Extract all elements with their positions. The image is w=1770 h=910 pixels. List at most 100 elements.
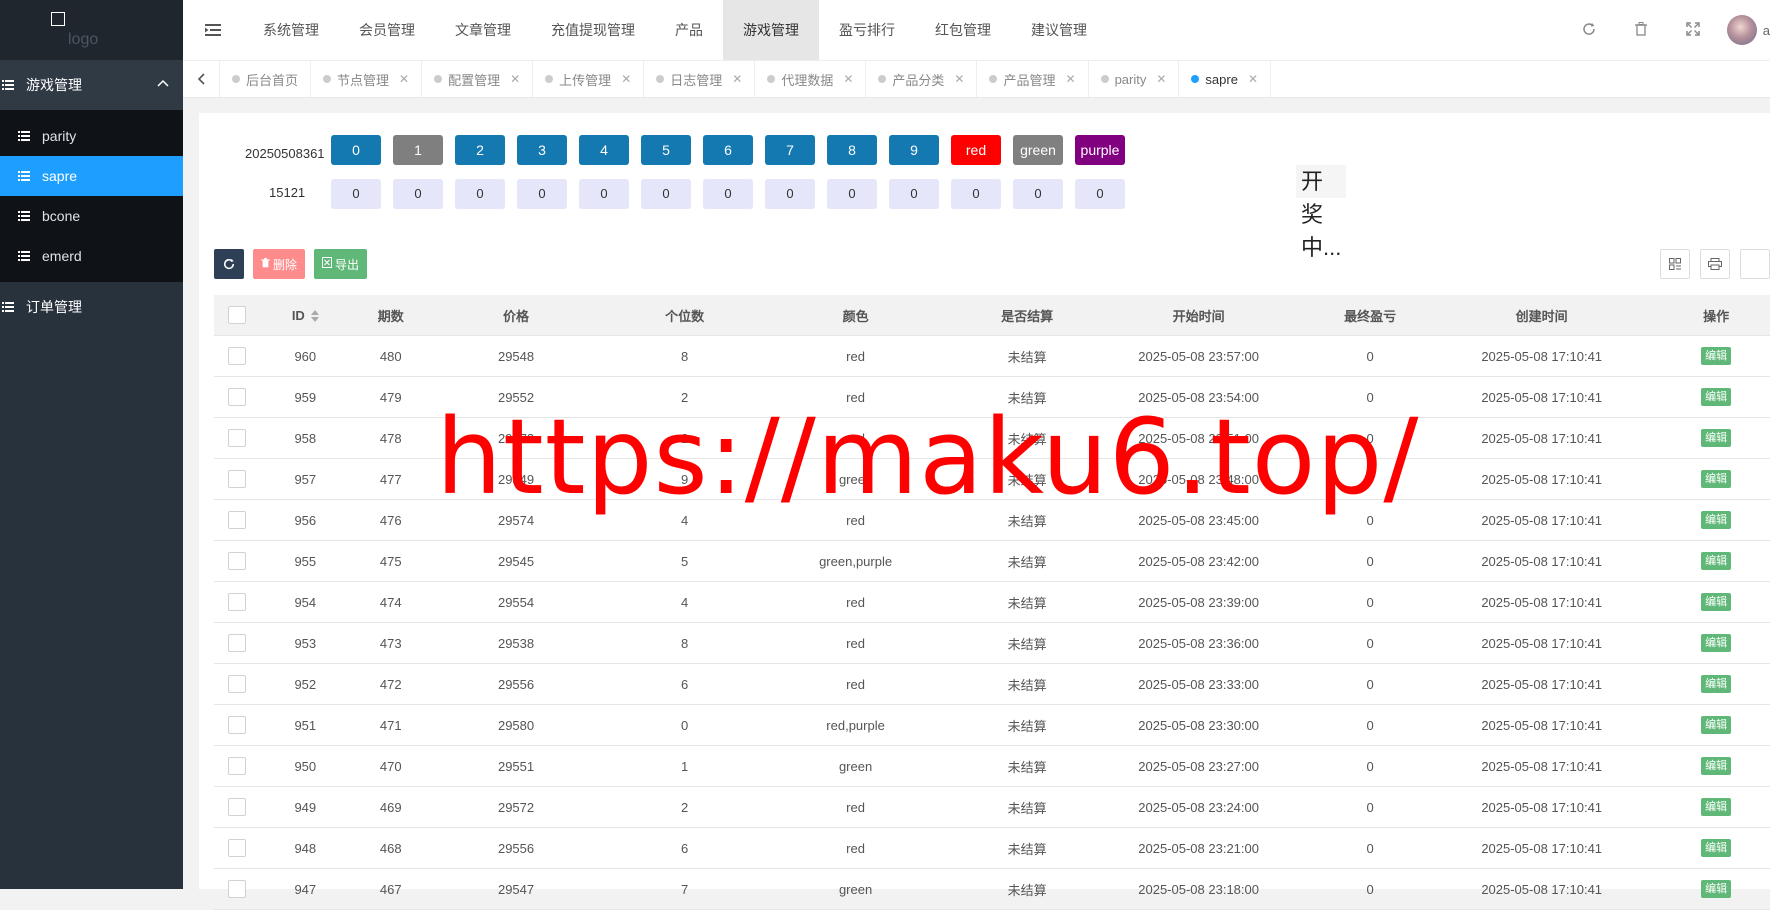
- row-checkbox[interactable]: [228, 839, 247, 857]
- bet-option-button[interactable]: 8: [827, 135, 877, 165]
- row-checkbox[interactable]: [228, 511, 247, 529]
- menu-toggle-icon[interactable]: [183, 0, 243, 60]
- row-checkbox[interactable]: [228, 552, 247, 570]
- export-button[interactable]: 导出: [314, 249, 368, 279]
- bet-option-button[interactable]: purple: [1075, 135, 1125, 165]
- tab-上传管理[interactable]: 上传管理 ✕: [533, 61, 645, 97]
- row-checkbox[interactable]: [228, 716, 247, 734]
- row-select[interactable]: [214, 540, 261, 582]
- sidebar-item-emerd[interactable]: emerd: [0, 236, 183, 276]
- close-icon[interactable]: ✕: [732, 72, 742, 86]
- edit-button[interactable]: 编辑: [1701, 511, 1732, 529]
- refresh-icon[interactable]: [1563, 22, 1615, 39]
- row-checkbox[interactable]: [228, 757, 247, 775]
- edit-button[interactable]: 编辑: [1701, 798, 1732, 816]
- row-checkbox[interactable]: [228, 634, 247, 652]
- row-checkbox[interactable]: [228, 593, 247, 611]
- close-icon[interactable]: ✕: [843, 72, 853, 86]
- export-tool-icon[interactable]: [1740, 249, 1770, 279]
- columns-icon[interactable]: [1660, 249, 1690, 279]
- row-checkbox[interactable]: [228, 798, 247, 816]
- edit-button[interactable]: 编辑: [1701, 634, 1732, 652]
- edit-button[interactable]: 编辑: [1701, 593, 1732, 611]
- tab-产品分类[interactable]: 产品分类 ✕: [866, 61, 978, 97]
- avatar[interactable]: [1726, 15, 1757, 45]
- print-icon[interactable]: [1700, 249, 1730, 279]
- row-select[interactable]: [214, 417, 261, 459]
- row-select[interactable]: [214, 499, 261, 541]
- row-select[interactable]: [214, 663, 261, 705]
- tab-后台首页[interactable]: 后台首页: [220, 61, 312, 97]
- top-menu-item[interactable]: 充值提现管理: [531, 0, 655, 60]
- bet-option-button[interactable]: green: [1013, 135, 1063, 165]
- row-checkbox[interactable]: [228, 470, 247, 488]
- edit-button[interactable]: 编辑: [1701, 880, 1732, 898]
- fullscreen-icon[interactable]: [1667, 21, 1719, 39]
- row-checkbox[interactable]: [228, 675, 247, 693]
- bet-option-button[interactable]: 4: [579, 135, 629, 165]
- top-menu-item[interactable]: 系统管理: [243, 0, 339, 60]
- row-checkbox[interactable]: [228, 347, 247, 365]
- row-checkbox[interactable]: [228, 388, 247, 406]
- row-select[interactable]: [214, 458, 261, 500]
- bet-option-button[interactable]: 5: [641, 135, 691, 165]
- row-checkbox[interactable]: [228, 429, 247, 447]
- top-menu-item[interactable]: 产品: [655, 0, 723, 60]
- tab-代理数据[interactable]: 代理数据 ✕: [755, 61, 867, 97]
- tab-产品管理[interactable]: 产品管理 ✕: [977, 61, 1089, 97]
- tab-节点管理[interactable]: 节点管理 ✕: [311, 61, 423, 97]
- row-select[interactable]: [214, 581, 261, 623]
- refresh-button[interactable]: [214, 249, 244, 279]
- bet-option-button[interactable]: 3: [517, 135, 567, 165]
- row-select[interactable]: [214, 376, 261, 418]
- edit-button[interactable]: 编辑: [1701, 675, 1732, 693]
- select-all-checkbox[interactable]: [228, 306, 247, 324]
- top-menu-item[interactable]: 建议管理: [1011, 0, 1107, 60]
- logo[interactable]: logo: [0, 0, 183, 60]
- close-icon[interactable]: ✕: [954, 72, 964, 86]
- close-icon[interactable]: ✕: [1156, 72, 1166, 86]
- edit-button[interactable]: 编辑: [1701, 716, 1732, 734]
- nav-group-order-management[interactable]: 订单管理: [0, 282, 183, 332]
- top-menu-item[interactable]: 游戏管理: [723, 0, 819, 60]
- close-icon[interactable]: ✕: [510, 72, 520, 86]
- tab-日志管理[interactable]: 日志管理 ✕: [644, 61, 756, 97]
- row-checkbox[interactable]: [228, 880, 247, 898]
- close-icon[interactable]: ✕: [399, 72, 409, 86]
- edit-button[interactable]: 编辑: [1701, 470, 1732, 488]
- row-select[interactable]: [214, 704, 261, 746]
- sidebar-item-bcone[interactable]: bcone: [0, 196, 183, 236]
- row-select[interactable]: [214, 786, 261, 828]
- bet-option-button[interactable]: 0: [331, 135, 381, 165]
- row-select[interactable]: [214, 335, 261, 377]
- nav-group-game-management[interactable]: 游戏管理: [0, 60, 183, 110]
- close-icon[interactable]: ✕: [1066, 72, 1076, 86]
- trash-icon[interactable]: [1615, 21, 1667, 39]
- tab-配置管理[interactable]: 配置管理 ✕: [422, 61, 534, 97]
- bet-option-button[interactable]: 9: [889, 135, 939, 165]
- column-header[interactable]: ID: [260, 295, 350, 336]
- top-menu-item[interactable]: 红包管理: [915, 0, 1011, 60]
- top-menu-item[interactable]: 会员管理: [339, 0, 435, 60]
- edit-button[interactable]: 编辑: [1701, 388, 1732, 406]
- edit-button[interactable]: 编辑: [1701, 347, 1732, 365]
- delete-button[interactable]: 删除: [253, 249, 306, 279]
- row-select[interactable]: [214, 622, 261, 664]
- sort-icon[interactable]: [310, 310, 319, 323]
- tab-parity[interactable]: parity ✕: [1089, 61, 1180, 97]
- bet-option-button[interactable]: 1: [393, 135, 443, 165]
- user-name[interactable]: a: [1763, 23, 1770, 38]
- edit-button[interactable]: 编辑: [1701, 552, 1732, 570]
- row-select[interactable]: [214, 868, 261, 910]
- sidebar-item-parity[interactable]: parity: [0, 116, 183, 156]
- chevron-left-icon[interactable]: [183, 61, 220, 97]
- close-icon[interactable]: ✕: [621, 72, 631, 86]
- select-all[interactable]: [214, 295, 261, 336]
- close-icon[interactable]: ✕: [1248, 72, 1258, 86]
- bet-option-button[interactable]: 6: [703, 135, 753, 165]
- edit-button[interactable]: 编辑: [1701, 839, 1732, 857]
- sidebar-item-sapre[interactable]: sapre: [0, 156, 183, 196]
- row-select[interactable]: [214, 745, 261, 787]
- bet-option-button[interactable]: 7: [765, 135, 815, 165]
- edit-button[interactable]: 编辑: [1701, 429, 1732, 447]
